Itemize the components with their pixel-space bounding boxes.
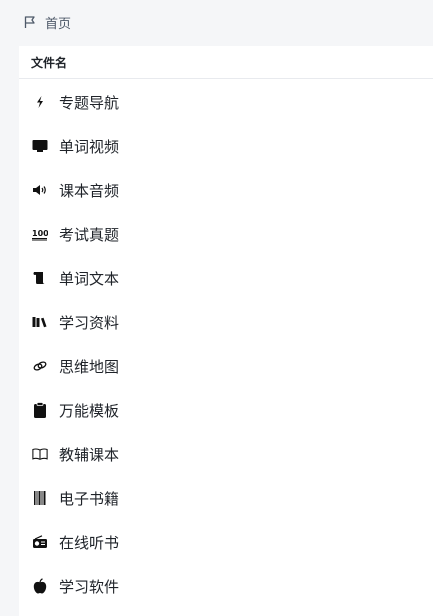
apple-icon xyxy=(32,578,48,594)
column-header-filename[interactable]: 文件名 xyxy=(19,46,433,79)
list-item-label: 万能模板 xyxy=(59,401,120,420)
lightning-icon xyxy=(32,94,48,110)
link-icon xyxy=(32,358,48,374)
scroll-icon xyxy=(32,270,48,286)
radio-icon xyxy=(32,534,48,550)
list-item-label: 教辅课本 xyxy=(59,445,120,464)
breadcrumb-home-link[interactable]: 首页 xyxy=(45,13,71,32)
list-item[interactable]: 思维地图 xyxy=(19,344,433,388)
list-item[interactable]: 万能模板 xyxy=(19,388,433,432)
list-item-label: 课本音频 xyxy=(59,181,120,200)
list-item[interactable]: 电子书籍 xyxy=(19,476,433,520)
flag-icon xyxy=(23,15,37,29)
list-item-label: 单词视频 xyxy=(59,137,120,156)
list-item[interactable]: 学习软件 xyxy=(19,564,433,608)
list-item[interactable]: 专题导航 xyxy=(19,80,433,124)
list-item-label: 单词文本 xyxy=(59,269,120,288)
list-item[interactable]: 课本音频 xyxy=(19,168,433,212)
books-icon xyxy=(32,314,48,330)
open-book-icon xyxy=(32,446,48,462)
list-item[interactable]: 学习资料 xyxy=(19,300,433,344)
speaker-icon xyxy=(32,182,48,198)
list-item[interactable]: 单词文本 xyxy=(19,256,433,300)
list-item-label: 考试真题 xyxy=(59,225,120,244)
monitor-icon xyxy=(32,138,48,154)
file-table: 文件名 专题导航 单词视频 课本音频 100 考试真题 单词文本 学习资料 思维… xyxy=(19,46,433,616)
list-item-label: 学习软件 xyxy=(59,577,120,596)
clipboard-icon xyxy=(32,402,48,418)
list-item-label: 电子书籍 xyxy=(59,489,120,508)
list-item[interactable]: 教辅课本 xyxy=(19,432,433,476)
file-list: 专题导航 单词视频 课本音频 100 考试真题 单词文本 学习资料 思维地图 万… xyxy=(19,80,433,608)
list-item-label: 学习资料 xyxy=(59,313,120,332)
list-item[interactable]: 单词视频 xyxy=(19,124,433,168)
list-item-label: 专题导航 xyxy=(59,93,120,112)
list-item-label: 思维地图 xyxy=(59,357,120,376)
breadcrumb: 首页 xyxy=(0,0,433,44)
hundred-points-icon: 100 xyxy=(32,226,48,242)
list-item[interactable]: 在线听书 xyxy=(19,520,433,564)
barcode-icon xyxy=(32,490,48,506)
list-item-label: 在线听书 xyxy=(59,533,120,552)
list-item[interactable]: 100 考试真题 xyxy=(19,212,433,256)
svg-text:100: 100 xyxy=(32,229,48,238)
